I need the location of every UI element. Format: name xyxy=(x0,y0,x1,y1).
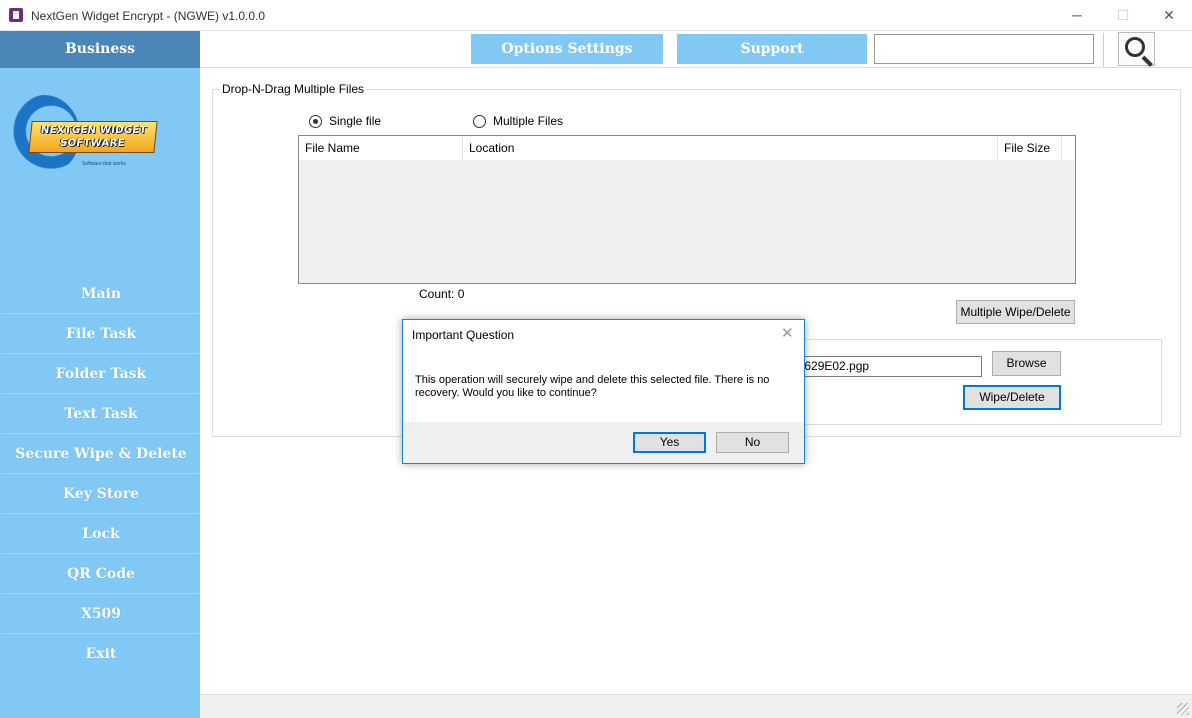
multiple-files-label: Multiple Files xyxy=(493,114,564,128)
sidebar-item-text-task[interactable]: Text Task xyxy=(2,394,200,434)
radio-unchecked-icon xyxy=(473,114,486,128)
sidebar-item-lock[interactable]: Lock xyxy=(2,514,200,554)
logo-line1: NEXTGEN WIDGET xyxy=(40,125,148,136)
wipe-delete-button[interactable]: Wipe/Delete xyxy=(963,385,1061,410)
file-count: Count: 0 xyxy=(419,287,465,301)
options-settings-button[interactable]: Options Settings xyxy=(471,34,663,64)
company-logo: NEXTGEN WIDGET SOFTWARE Software that wo… xyxy=(8,95,158,175)
single-file-label: Single file xyxy=(329,114,382,128)
dialog-title: Important Question xyxy=(412,328,515,342)
top-toolbar: Options Settings Support xyxy=(200,31,1192,68)
window-title: NextGen Widget Encrypt - (NGWE) v1.0.0.0 xyxy=(31,9,266,23)
sidebar-header[interactable]: Business xyxy=(0,31,200,68)
sidebar-item-exit[interactable]: Exit xyxy=(2,634,200,674)
column-file-name[interactable]: File Name xyxy=(299,136,463,160)
resize-grip-icon[interactable] xyxy=(1177,703,1189,715)
column-location[interactable]: Location xyxy=(463,136,998,160)
sidebar-item-key-store[interactable]: Key Store xyxy=(2,474,200,514)
dialog-message: This operation will securely wipe and de… xyxy=(415,374,770,399)
support-button[interactable]: Support xyxy=(677,34,867,64)
column-file-size[interactable]: File Size xyxy=(998,136,1062,160)
confirm-dialog: Important Question ✕ This operation will… xyxy=(402,319,805,464)
toolbar-divider xyxy=(1103,33,1104,67)
no-button[interactable]: No xyxy=(716,432,789,453)
sidebar-item-folder-task[interactable]: Folder Task xyxy=(2,354,200,394)
sidebar-nav: Main File Task Folder Task Text Task Sec… xyxy=(2,274,200,674)
dialog-footer: Yes No xyxy=(403,422,804,463)
maximize-button[interactable]: ☐ xyxy=(1100,0,1146,30)
sidebar-item-qr-code[interactable]: QR Code xyxy=(2,554,200,594)
sidebar: Business NEXTGEN WIDGET SOFTWARE Softwar… xyxy=(0,31,200,718)
logo-badge: NEXTGEN WIDGET SOFTWARE xyxy=(28,121,158,153)
dialog-close-icon[interactable]: ✕ xyxy=(781,324,794,342)
sidebar-item-main[interactable]: Main xyxy=(2,274,200,314)
close-button[interactable]: ✕ xyxy=(1146,0,1192,30)
multiple-wipe-delete-button[interactable]: Multiple Wipe/Delete xyxy=(956,300,1075,324)
sidebar-item-secure-wipe[interactable]: Secure Wipe & Delete xyxy=(2,434,200,474)
multiple-files-radio[interactable]: Multiple Files xyxy=(473,113,563,129)
app-icon xyxy=(9,8,23,22)
search-button[interactable] xyxy=(1118,32,1155,66)
file-list[interactable]: File Name Location File Size xyxy=(298,135,1076,284)
file-list-header: File Name Location File Size xyxy=(299,136,1075,160)
minimize-button[interactable]: ─ xyxy=(1054,0,1100,30)
search-icon xyxy=(1125,37,1145,57)
browse-button[interactable]: Browse xyxy=(992,351,1061,376)
radio-checked-icon xyxy=(309,114,322,128)
single-file-radio[interactable]: Single file xyxy=(309,113,381,129)
file-path-field[interactable]: B91629E02.pgp xyxy=(778,356,982,377)
logo-tagline: Software that works xyxy=(82,161,126,167)
title-bar: NextGen Widget Encrypt - (NGWE) v1.0.0.0… xyxy=(0,0,1192,31)
search-input[interactable] xyxy=(874,34,1094,64)
status-bar xyxy=(200,694,1192,718)
yes-button[interactable]: Yes xyxy=(633,432,706,453)
group-title: Drop-N-Drag Multiple Files xyxy=(219,82,368,96)
sidebar-item-x509[interactable]: X509 xyxy=(2,594,200,634)
logo-line2: SOFTWARE xyxy=(59,138,126,149)
sidebar-item-file-task[interactable]: File Task xyxy=(2,314,200,354)
